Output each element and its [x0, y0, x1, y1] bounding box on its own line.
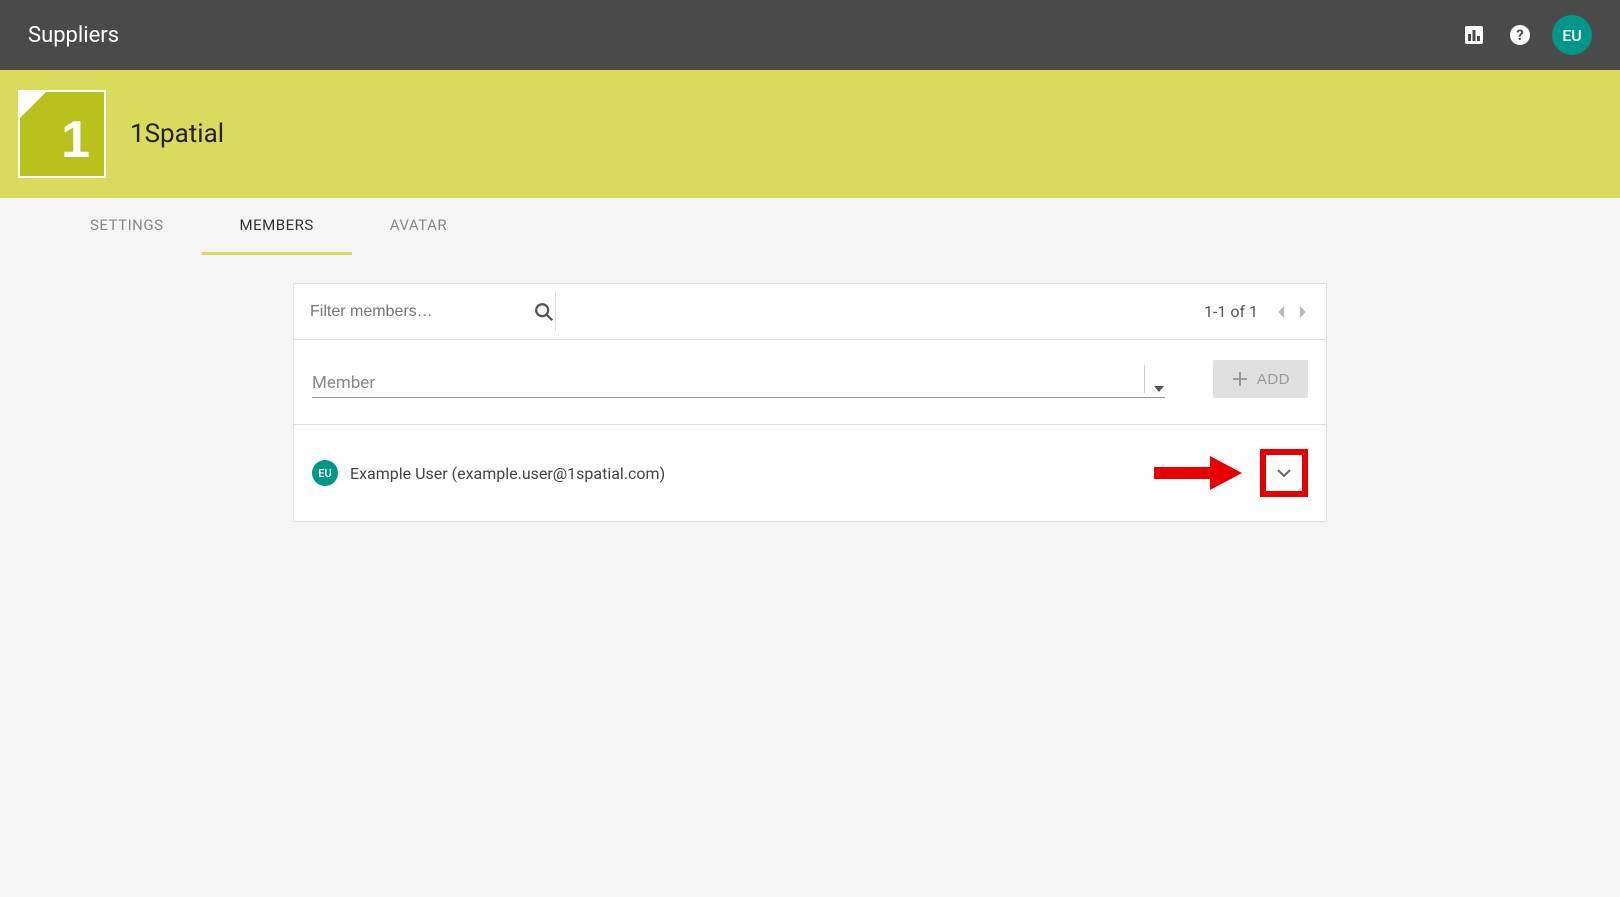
user-avatar[interactable]: EU — [1552, 15, 1592, 55]
annotation — [1154, 449, 1308, 497]
filter-input-group — [306, 292, 556, 331]
chevron-down-icon — [1276, 468, 1292, 478]
filter-toolbar: 1-1 of 1 — [294, 284, 1326, 340]
svg-text:?: ? — [1516, 26, 1523, 44]
search-icon[interactable] — [533, 301, 555, 323]
org-logo: 1 — [18, 90, 106, 178]
member-select[interactable]: Member — [312, 365, 1165, 398]
content-area: 1-1 of 1 Member ADD — [0, 255, 1620, 550]
logo-char: 1 — [61, 110, 90, 170]
add-button-label: ADD — [1257, 371, 1290, 388]
member-list-item: EU Example User (example.user@1spatial.c… — [294, 425, 1326, 521]
tabs: SETTINGS MEMBERS AVATAR — [0, 198, 1620, 255]
annotation-arrow-icon — [1154, 456, 1242, 490]
tab-avatar[interactable]: AVATAR — [352, 198, 485, 255]
plus-icon — [1231, 370, 1249, 388]
stats-icon[interactable] — [1460, 21, 1488, 49]
topbar-actions: ? EU — [1460, 15, 1592, 55]
expand-member-button[interactable] — [1260, 449, 1308, 497]
pagination-text: 1-1 of 1 — [1204, 302, 1258, 321]
topbar: Suppliers ? EU — [0, 0, 1620, 70]
page-title: Suppliers — [28, 23, 119, 48]
member-avatar: EU — [312, 460, 338, 486]
select-divider — [1144, 365, 1145, 393]
page-next-icon[interactable] — [1292, 305, 1314, 319]
add-button[interactable]: ADD — [1213, 360, 1308, 398]
tab-settings[interactable]: SETTINGS — [52, 198, 202, 255]
add-member-row: Member ADD — [294, 340, 1326, 425]
org-name: 1Spatial — [130, 119, 224, 149]
members-card: 1-1 of 1 Member ADD — [293, 283, 1327, 522]
help-icon[interactable]: ? — [1506, 21, 1534, 49]
tab-members[interactable]: MEMBERS — [202, 198, 352, 255]
org-banner: 1 1Spatial — [0, 70, 1620, 198]
page-prev-icon[interactable] — [1270, 305, 1292, 319]
member-display: Example User (example.user@1spatial.com) — [350, 464, 665, 483]
member-select-label: Member — [312, 373, 1140, 393]
caret-down-icon — [1153, 385, 1165, 393]
filter-input[interactable] — [306, 303, 525, 321]
